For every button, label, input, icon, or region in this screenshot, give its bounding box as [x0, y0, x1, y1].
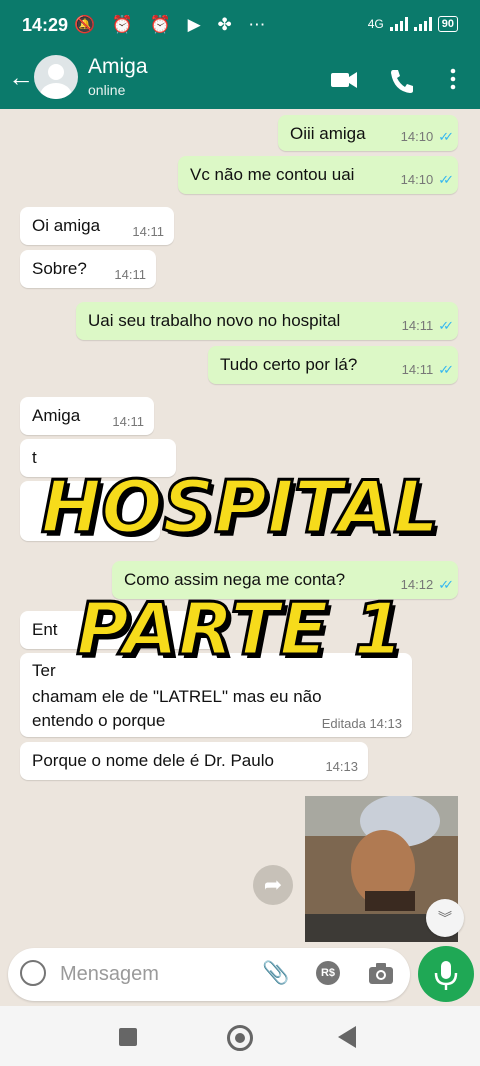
back-icon[interactable]: [338, 1026, 356, 1048]
message-input-bar[interactable]: Mensagem 📎 R$: [8, 948, 410, 1001]
message-text: Uai seu trabalho novo no hospital: [88, 311, 341, 330]
status-right: 4G 90: [368, 16, 458, 32]
message-time: 14:13: [325, 759, 358, 774]
message-time: 14:13: [369, 716, 402, 731]
camera-icon[interactable]: [368, 962, 394, 986]
message-text: Oiii amiga: [290, 124, 366, 143]
message-bubble[interactable]: Tudo certo por lá? 14:11 ✓✓: [208, 346, 458, 384]
payment-icon[interactable]: R$: [316, 961, 340, 985]
forward-icon[interactable]: ➦: [253, 865, 293, 905]
attachment-icon[interactable]: 📎: [262, 960, 289, 986]
phone-icon[interactable]: [388, 64, 414, 94]
message-time: 14:11: [112, 414, 144, 429]
emoji-icon[interactable]: [20, 960, 46, 986]
recent-apps-icon[interactable]: [119, 1028, 137, 1046]
battery-icon: 90: [437, 16, 458, 32]
avatar[interactable]: [34, 55, 78, 99]
message-text-line: entendo o porque: [32, 711, 166, 730]
edited-label: Editada: [321, 716, 366, 731]
read-ticks-icon: ✓✓: [438, 362, 454, 377]
read-ticks-icon: ✓✓: [438, 129, 454, 144]
message-bubble[interactable]: Uai seu trabalho novo no hospital 14:11 ✓…: [76, 302, 458, 340]
message-text-line: chamam ele de "LATREL" mas eu não: [32, 687, 322, 706]
message-time: 14:10: [400, 172, 434, 187]
overlay-title: HOSPITAL: [39, 464, 440, 551]
message-time: 14:11: [132, 224, 164, 239]
message-text: Sobre?: [32, 259, 87, 278]
message-time: 14:11: [401, 318, 434, 333]
message-text: Amiga: [32, 406, 81, 425]
notification-icons: 🔕 ⏰ ⏰ ▶ ✤ ⋯: [74, 15, 272, 34]
message-bubble[interactable]: Oiii amiga 14:10 ✓✓: [278, 115, 458, 151]
contact-status: online: [88, 82, 126, 98]
status-bar: 14:29 🔕 ⏰ ⏰ ▶ ✤ ⋯ 4G 90: [0, 0, 480, 52]
scroll-down-chevron-icon[interactable]: ︾: [426, 899, 464, 937]
status-time: 14:29: [22, 15, 69, 35]
message-bubble[interactable]: Porque o nome dele é Dr. Paulo 14:13: [20, 742, 368, 780]
chat-area[interactable]: Oiii amiga 14:10 ✓✓ Vc não me contou uai …: [0, 109, 480, 945]
back-arrow-icon[interactable]: ←: [8, 62, 34, 93]
microphone-button[interactable]: [418, 946, 474, 1002]
more-options-icon[interactable]: [448, 64, 458, 94]
signal-icon: [389, 17, 408, 31]
microphone-icon: [434, 961, 458, 990]
message-bubble[interactable]: Sobre? 14:11: [20, 250, 156, 288]
network-type: 4G: [367, 17, 384, 31]
read-ticks-icon: ✓✓: [438, 318, 454, 333]
overlay-subtitle: PARTE 1: [75, 586, 406, 673]
message-text: Tudo certo por lá?: [220, 355, 358, 374]
message-bubble[interactable]: Amiga 14:11: [20, 397, 154, 435]
video-call-icon[interactable]: [330, 64, 358, 94]
signal-icon-2: [413, 17, 432, 31]
message-text: Porque o nome dele é Dr. Paulo: [32, 751, 274, 770]
system-nav-bar: [0, 1006, 480, 1066]
message-bubble[interactable]: Oi amiga 14:11: [20, 207, 174, 245]
home-icon[interactable]: [227, 1025, 253, 1051]
message-time: 14:10: [400, 129, 434, 144]
message-input[interactable]: Mensagem: [60, 963, 159, 986]
read-ticks-icon: ✓✓: [438, 172, 454, 187]
message-bubble[interactable]: Vc não me contou uai 14:10 ✓✓: [178, 156, 458, 194]
contact-name[interactable]: Amiga: [88, 55, 148, 79]
chat-header: ← Amiga online: [0, 52, 480, 109]
message-text: Oi amiga: [32, 216, 101, 235]
message-time: 14:11: [114, 267, 146, 282]
message-time: 14:11: [401, 362, 434, 377]
message-text: Vc não me contou uai: [190, 165, 355, 184]
